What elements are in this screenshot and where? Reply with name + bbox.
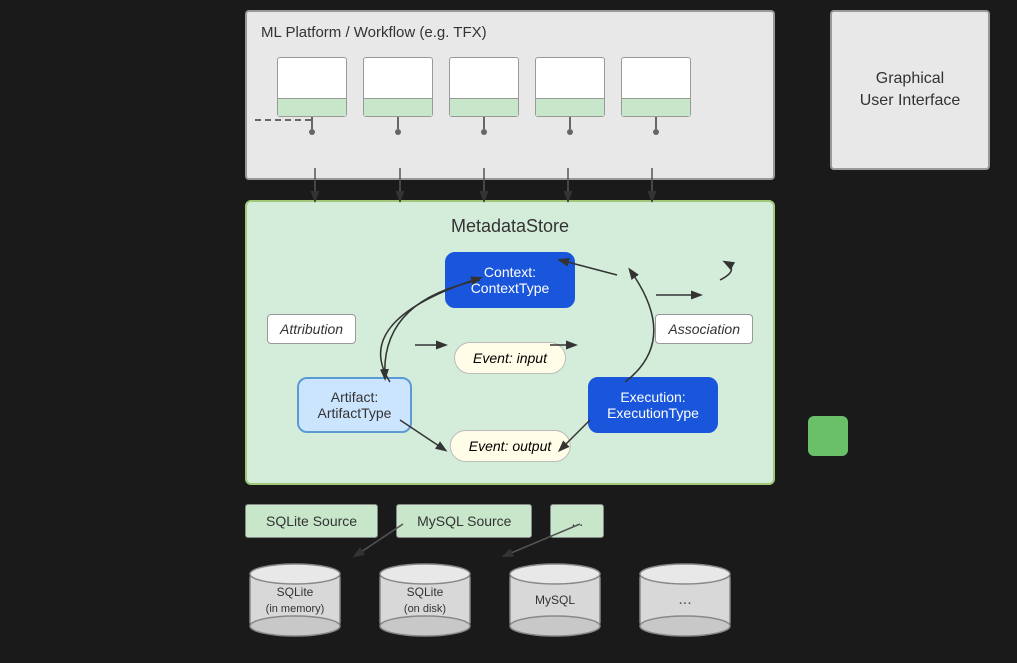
step-dot — [395, 129, 401, 135]
source-buttons-row: SQLite Source MySQL Source ... — [245, 504, 604, 538]
execution-label: Execution: ExecutionType — [607, 389, 699, 421]
attribution-text: Attribution — [280, 321, 343, 337]
step-connector — [397, 117, 399, 129]
artifact-box: Artifact: ArtifactType — [297, 377, 412, 433]
event-input-text: Event: input — [473, 350, 547, 366]
step-box — [277, 57, 347, 117]
step-dot — [653, 129, 659, 135]
db-cylinder-svg-3: MySQL — [505, 560, 605, 640]
metadata-store-box: MetadataStore Context: ContextType Attri… — [245, 200, 775, 485]
pipeline-step-2 — [363, 57, 433, 135]
step-connector — [655, 117, 657, 129]
gui-box: Graphical User Interface — [830, 10, 990, 170]
pipeline-step-1 — [277, 57, 347, 135]
metadata-store-label: MetadataStore — [451, 216, 569, 237]
association-text: Association — [668, 321, 740, 337]
gui-label: Graphical User Interface — [860, 68, 960, 113]
diagram-area: ML Platform / Workflow (e.g. TFX) — [0, 0, 1017, 663]
context-label: Context: ContextType — [471, 264, 550, 296]
step-connector — [569, 117, 571, 129]
svg-text:(on disk): (on disk) — [404, 603, 446, 615]
svg-text:MySQL: MySQL — [535, 593, 575, 607]
event-output-text: Event: output — [469, 438, 552, 454]
mysql-source-button: MySQL Source — [396, 504, 532, 538]
db-cylinder-svg-4: ... — [635, 560, 735, 640]
ml-platform-box: ML Platform / Workflow (e.g. TFX) — [245, 10, 775, 180]
step-dot — [481, 129, 487, 135]
step-box-green — [622, 98, 690, 116]
event-output-box: Event: output — [450, 430, 571, 462]
db-item-mysql: MySQL — [505, 560, 605, 640]
association-label: Association — [655, 314, 753, 344]
svg-text:SQLite: SQLite — [407, 585, 444, 599]
db-item-sqlite-disk: SQLite (on disk) — [375, 560, 475, 640]
step-box — [621, 57, 691, 117]
execution-box: Execution: ExecutionType — [588, 377, 718, 433]
attribution-label: Attribution — [267, 314, 356, 344]
mysql-source-label: MySQL Source — [417, 513, 511, 529]
more-source-label: ... — [571, 513, 583, 529]
step-box — [449, 57, 519, 117]
step-box — [535, 57, 605, 117]
step-connector — [311, 117, 313, 129]
ml-platform-label: ML Platform / Workflow (e.g. TFX) — [261, 24, 487, 41]
step-box-green — [450, 98, 518, 116]
more-source-button: ... — [550, 504, 604, 538]
step-box-green — [536, 98, 604, 116]
sqlite-source-button: SQLite Source — [245, 504, 378, 538]
db-item-sqlite-memory: SQLite (in memory) — [245, 560, 345, 640]
db-item-more: ... — [635, 560, 735, 640]
pipeline-step-4 — [535, 57, 605, 135]
db-cylinder-svg-2: SQLite (on disk) — [375, 560, 475, 640]
event-input-box: Event: input — [454, 342, 566, 374]
svg-text:...: ... — [678, 591, 691, 608]
database-row: SQLite (in memory) SQLite (on disk) MySQ… — [245, 560, 735, 640]
artifact-label: Artifact: ArtifactType — [318, 389, 392, 421]
pipeline-step-5 — [621, 57, 691, 135]
green-indicator-box — [808, 416, 848, 456]
step-box-green — [364, 98, 432, 116]
db-cylinder-svg-1: SQLite (in memory) — [245, 560, 345, 640]
svg-text:SQLite: SQLite — [277, 585, 314, 599]
step-dot — [309, 129, 315, 135]
pipeline-steps — [277, 57, 691, 135]
svg-text:(in memory): (in memory) — [266, 603, 325, 615]
step-box-green — [278, 98, 346, 116]
pipeline-step-3 — [449, 57, 519, 135]
step-dot — [567, 129, 573, 135]
context-box: Context: ContextType — [445, 252, 575, 308]
step-connector — [483, 117, 485, 129]
step-box — [363, 57, 433, 117]
sqlite-source-label: SQLite Source — [266, 513, 357, 529]
